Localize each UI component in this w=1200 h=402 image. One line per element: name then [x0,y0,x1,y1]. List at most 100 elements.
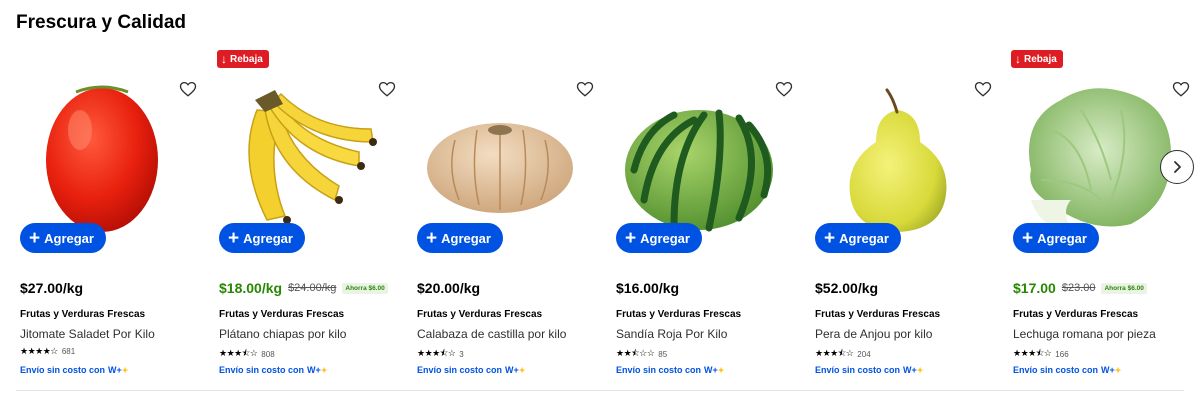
free-shipping-note: Envío sin costo con W+✦ [1013,365,1121,375]
carousel-next-button[interactable] [1160,150,1194,184]
product-name[interactable]: Pera de Anjou por kilo [815,327,932,341]
walmart-plus-icon: W+✦ [108,365,129,375]
arrow-down-icon: ↓ [1015,52,1021,66]
add-to-cart-button[interactable]: + Agregar [815,223,901,253]
rating: ★★★⯪☆ 3 [417,346,464,362]
plus-icon: + [625,227,637,249]
product-category: Frutas y Verduras Frescas [417,309,543,320]
current-price: $52.00/kg [815,280,879,296]
add-label: Agregar [839,230,889,246]
rating: ★★★⯪☆ 808 [219,346,275,362]
rating: ★★⯪☆☆ 85 [616,346,667,362]
price-row: $20.00/kg [417,280,480,296]
star-rating-icon: ★★★⯪☆ [417,348,456,358]
product-image[interactable] [415,70,585,240]
star-rating-icon: ★★★⯪☆ [1013,348,1052,358]
savings-badge: Ahorra $6.00 [1101,282,1147,294]
plus-icon: + [824,227,836,249]
product-card[interactable]: ↓ Rebaja + Agregar $18.00/kg $24.00/kg Ah… [217,48,402,390]
review-count: 85 [658,349,668,359]
add-label: Agregar [1037,230,1087,246]
shipping-label: Envío sin costo con [815,365,901,375]
price-row: $52.00/kg [815,280,878,296]
shipping-label: Envío sin costo con [20,365,106,375]
shipping-label: Envío sin costo con [616,365,702,375]
walmart-plus-icon: W+✦ [307,365,328,375]
product-card[interactable]: + Agregar $20.00/kg Frutas y Verduras Fr… [415,48,600,390]
section-divider [16,390,1184,391]
rating: ★★★⯪☆ 166 [1013,346,1069,362]
add-to-cart-button[interactable]: + Agregar [616,223,702,253]
walmart-plus-icon: W+✦ [505,365,526,375]
product-image[interactable] [614,70,784,240]
price-row: $27.00/kg [20,280,83,296]
plus-icon: + [29,227,41,249]
product-image[interactable] [18,70,188,240]
walmart-plus-icon: W+✦ [903,365,924,375]
add-to-cart-button[interactable]: + Agregar [20,223,106,253]
walmart-plus-icon: W+✦ [1101,365,1122,375]
product-name[interactable]: Calabaza de castilla por kilo [417,327,566,341]
product-name[interactable]: Sandía Roja Por Kilo [616,327,727,341]
current-price: $20.00/kg [417,280,481,296]
add-label: Agregar [243,230,293,246]
star-rating-icon: ★★★⯪☆ [815,348,854,358]
product-name[interactable]: Lechuga romana por pieza [1013,327,1156,341]
free-shipping-note: Envío sin costo con W+✦ [219,365,327,375]
product-carousel: + Agregar $27.00/kg Frutas y Verduras Fr… [0,48,1200,390]
product-card[interactable]: + Agregar $27.00/kg Frutas y Verduras Fr… [18,48,203,390]
price-row: $17.00 $23.00 Ahorra $6.00 [1013,280,1147,296]
shipping-label: Envío sin costo con [219,365,305,375]
was-price: $23.00 [1061,282,1096,294]
review-count: 204 [857,349,871,359]
review-count: 808 [261,349,275,359]
product-image[interactable] [813,70,983,240]
review-count: 166 [1055,349,1069,359]
savings-badge: Ahorra $6.00 [342,282,388,294]
current-price: $18.00/kg [219,280,283,296]
product-name[interactable]: Plátano chiapas por kilo [219,327,346,341]
plus-icon: + [426,227,438,249]
add-label: Agregar [441,230,491,246]
current-price: $16.00/kg [616,280,680,296]
wplus-label: W+ [307,365,321,375]
badge-label: Rebaja [230,53,263,65]
rating: ★★★⯪☆ 204 [815,346,871,362]
product-name[interactable]: Jitomate Saladet Por Kilo [20,327,155,341]
product-card[interactable]: + Agregar $16.00/kg Frutas y Verduras Fr… [614,48,799,390]
free-shipping-note: Envío sin costo con W+✦ [815,365,923,375]
star-rating-icon: ★★⯪☆☆ [616,348,655,358]
plus-icon: + [228,227,240,249]
review-count: 681 [61,347,76,356]
walmart-plus-icon: W+✦ [704,365,725,375]
add-to-cart-button[interactable]: + Agregar [219,223,305,253]
current-price: $17.00 [1013,280,1056,296]
review-count: 3 [459,349,464,359]
product-category: Frutas y Verduras Frescas [616,309,742,320]
wplus-label: W+ [704,365,718,375]
rating: ★★★★☆ 681 [20,346,75,357]
was-price: $24.00/kg [288,282,337,294]
shipping-label: Envío sin costo con [417,365,503,375]
free-shipping-note: Envío sin costo con W+✦ [20,365,128,375]
wplus-label: W+ [1101,365,1115,375]
product-image[interactable] [217,70,387,240]
add-label: Agregar [44,230,94,246]
product-category: Frutas y Verduras Frescas [20,309,146,320]
sale-badge: ↓ Rebaja [1011,50,1063,68]
arrow-down-icon: ↓ [221,52,227,66]
product-image[interactable] [1011,70,1181,240]
wplus-label: W+ [108,365,122,375]
product-card[interactable]: + Agregar $52.00/kg Frutas y Verduras Fr… [813,48,998,390]
star-rating-icon: ★★★★☆ [20,346,58,356]
price-row: $16.00/kg [616,280,679,296]
wplus-label: W+ [505,365,519,375]
current-price: $27.00/kg [20,280,84,296]
add-to-cart-button[interactable]: + Agregar [417,223,503,253]
product-card[interactable]: ↓ Rebaja + Agregar $17.00 $23.00 Ahorra $… [1011,48,1196,390]
badge-label: Rebaja [1024,53,1057,65]
add-to-cart-button[interactable]: + Agregar [1013,223,1099,253]
shipping-label: Envío sin costo con [1013,365,1099,375]
price-row: $18.00/kg $24.00/kg Ahorra $6.00 [219,280,388,296]
star-rating-icon: ★★★⯪☆ [219,348,258,358]
